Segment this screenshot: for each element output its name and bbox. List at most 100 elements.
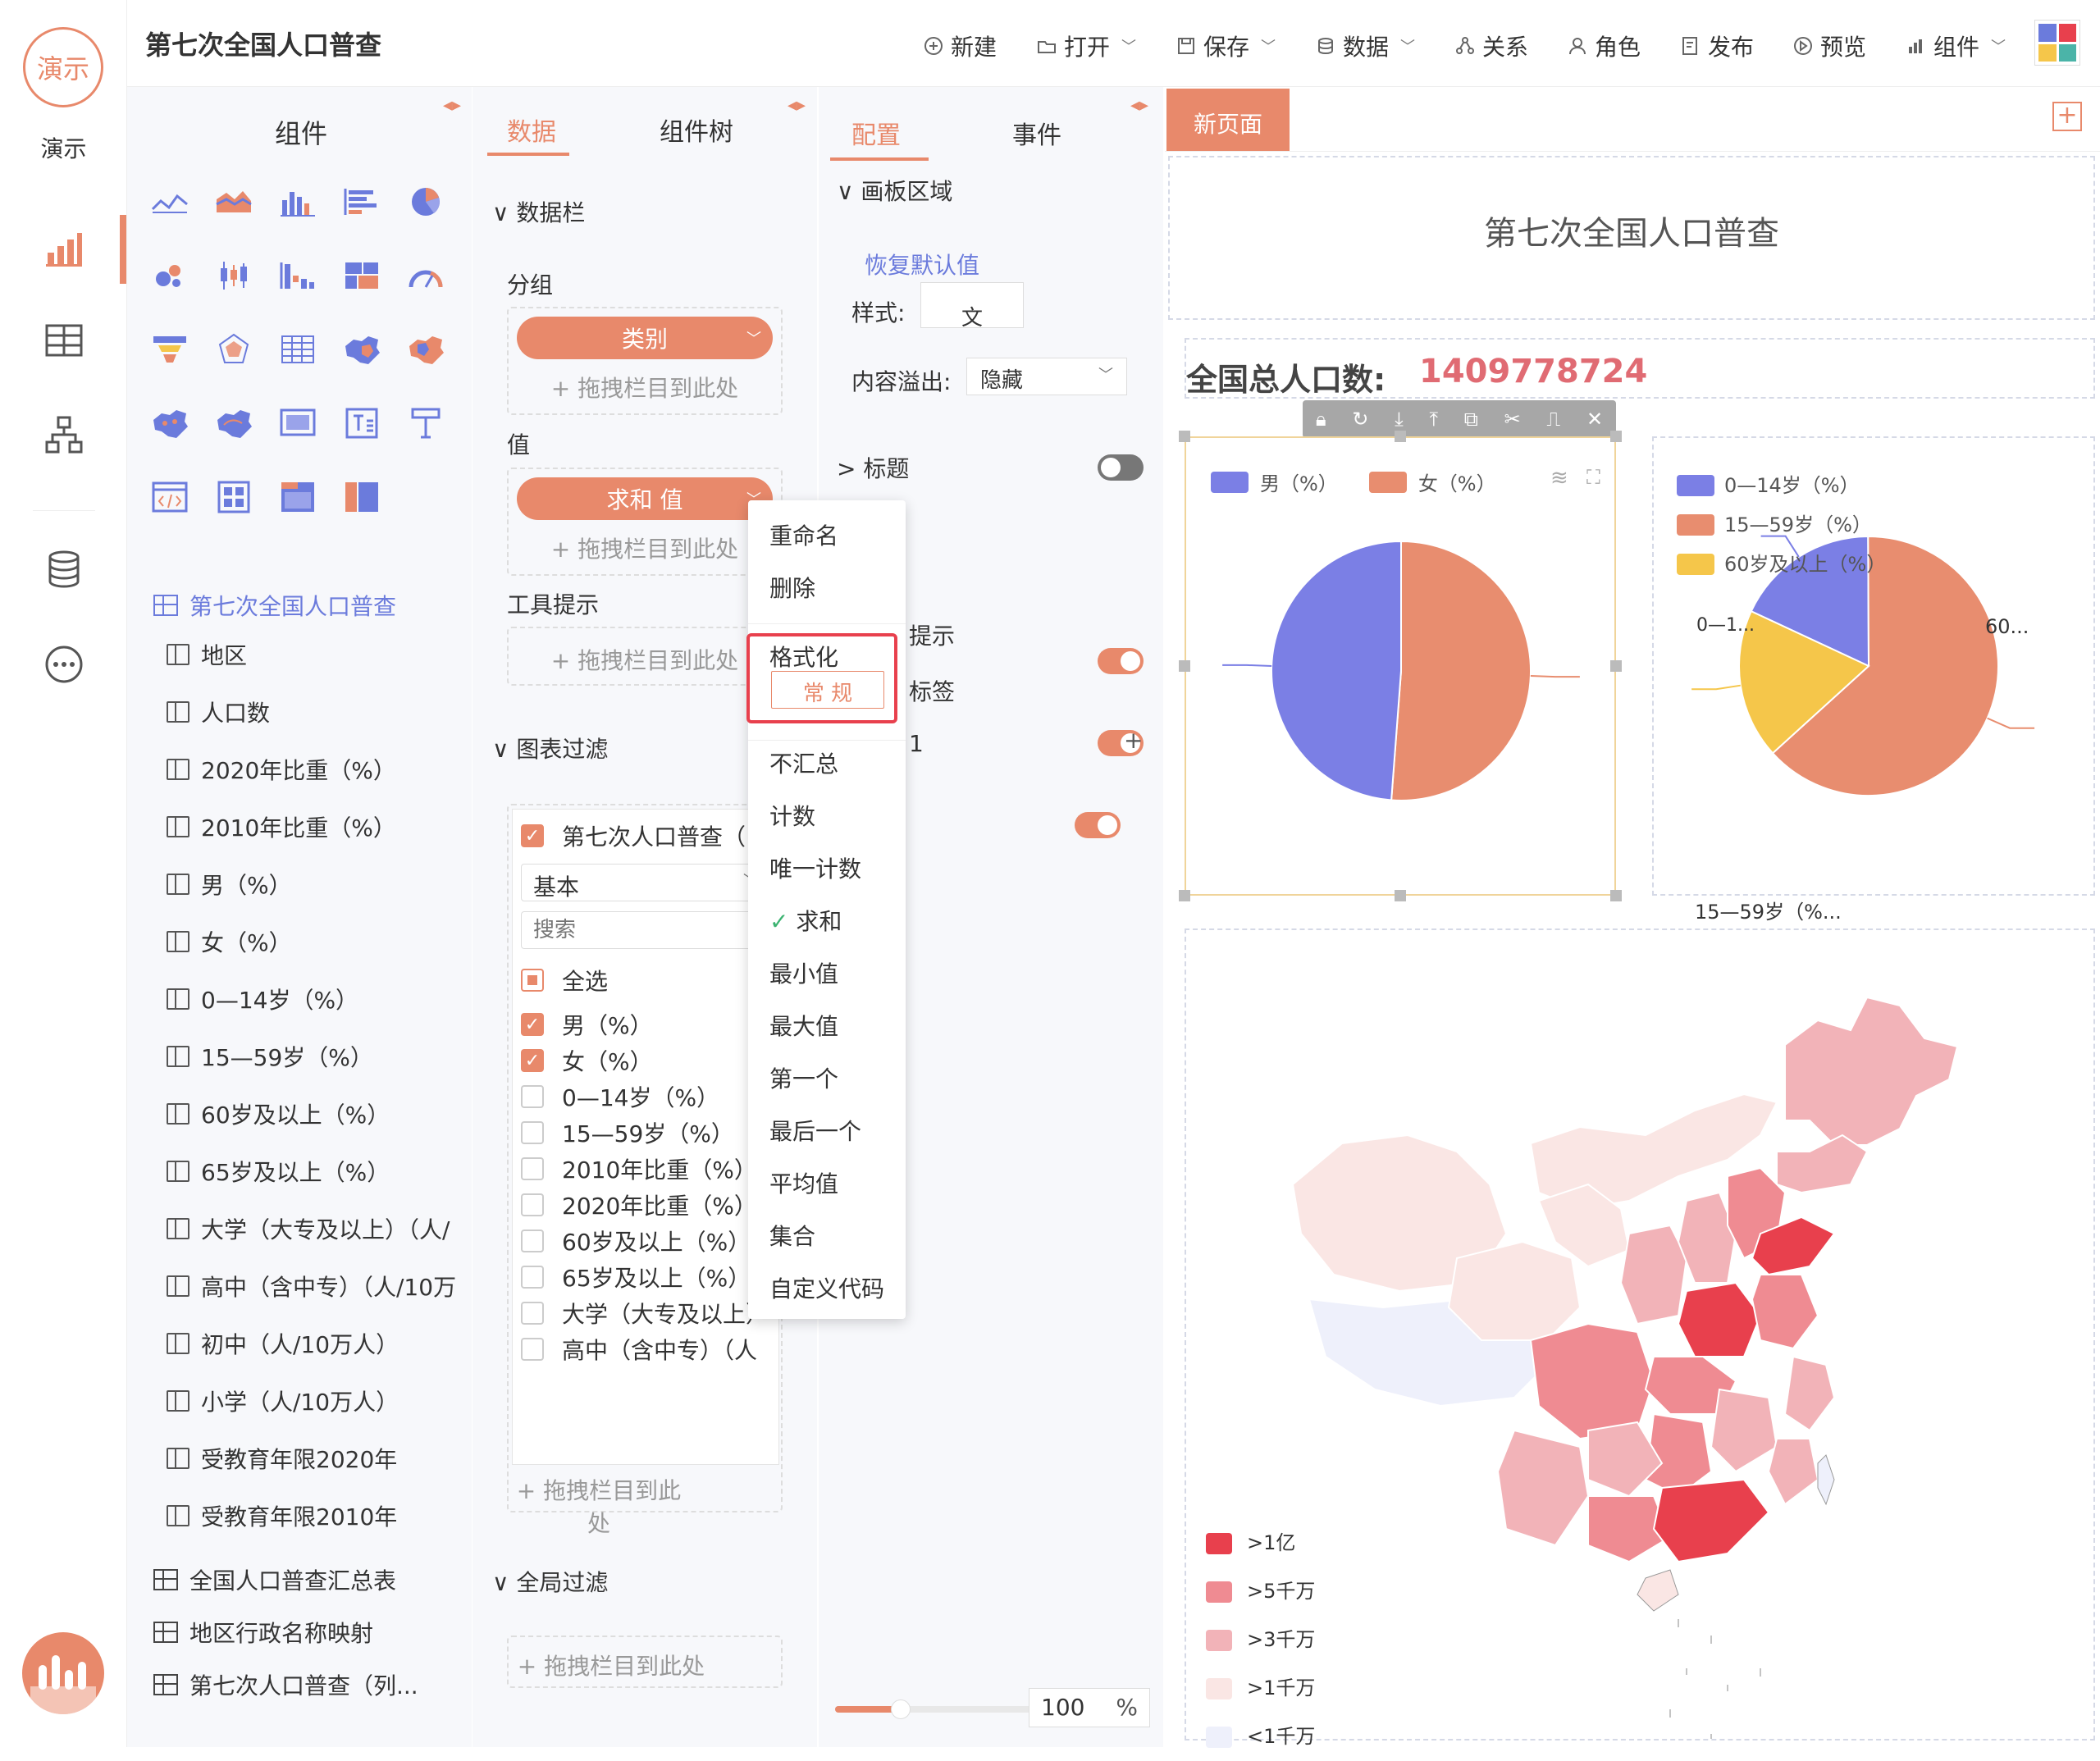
menu-item-last[interactable]: 最后一个 — [769, 1114, 861, 1147]
dataset-field[interactable]: 受教育年限2020年 — [167, 1442, 462, 1475]
toolbar-publish-button[interactable]: 发布 — [1680, 30, 1754, 62]
filter-header-checkbox[interactable]: ✓ — [521, 824, 544, 847]
filter-search-input[interactable] — [521, 911, 767, 949]
filter-item-checkbox[interactable] — [521, 1121, 544, 1144]
format-painter-icon[interactable]: ⎍ — [1546, 408, 1560, 431]
dataset-field[interactable]: 初中（人/10万人） — [167, 1327, 462, 1360]
refresh-icon[interactable]: ↻ — [1352, 408, 1368, 431]
menu-item-delete[interactable]: 删除 — [769, 571, 815, 604]
tooltip-dropzone[interactable]: + 拖拽栏目到此处 — [507, 627, 783, 686]
image-component-icon[interactable] — [273, 399, 322, 448]
toolbar-role-button[interactable]: 角色 — [1567, 30, 1641, 62]
filter-item-checkbox[interactable] — [521, 1085, 544, 1108]
tab-component-tree[interactable]: 组件树 — [660, 112, 733, 148]
close-icon[interactable]: ✕ — [1586, 408, 1603, 431]
china-heat-map-icon[interactable] — [401, 325, 450, 374]
filter-item[interactable]: 2020年比重（%） — [521, 1187, 775, 1223]
select-all-row[interactable]: 全选 — [521, 962, 608, 998]
toolbar-open-button[interactable]: 打开 ﹀ — [1036, 30, 1136, 62]
menu-item-count[interactable]: 计数 — [769, 799, 815, 832]
dataset-field[interactable]: 高中（含中专）（人/10万 — [167, 1270, 462, 1303]
app-logo[interactable]: 演示 — [23, 27, 103, 107]
dataset-field[interactable]: 大学（大专及以上）（人/ — [167, 1212, 462, 1245]
data-view-icon[interactable]: ≋ — [1550, 466, 1568, 490]
zoom-slider[interactable] — [835, 1699, 1032, 1719]
population-map-widget[interactable]: >1亿 >5千万 >3千万 >1千万 <1千万 — [1185, 928, 2095, 1748]
dataset-field[interactable]: 15—59岁（%） — [167, 1040, 462, 1073]
filter-item[interactable]: ✓ 女（%） — [521, 1042, 775, 1079]
menu-item-format[interactable]: 格式化 — [769, 640, 838, 673]
fullscreen-icon[interactable]: ⛶ — [1586, 466, 1600, 489]
candlestick-chart-icon[interactable] — [209, 251, 258, 300]
scatter-map-icon[interactable] — [145, 399, 194, 448]
canvas-area-section[interactable]: ∨ 画板区域 — [837, 174, 952, 207]
menu-item-collection[interactable]: 集合 — [769, 1219, 815, 1252]
restore-default-link[interactable]: 恢复默认值 — [865, 248, 979, 281]
pie-slice[interactable] — [1271, 540, 1402, 801]
add-page-icon[interactable]: + — [2052, 102, 2082, 131]
resize-handle[interactable] — [1610, 890, 1622, 901]
dataset-field[interactable]: 男（%） — [167, 868, 462, 901]
tab-events[interactable]: 事件 — [1012, 115, 1061, 151]
resize-handle[interactable] — [1610, 660, 1622, 672]
line-chart-icon[interactable] — [145, 177, 194, 226]
menu-item-rename[interactable]: 重命名 — [769, 518, 838, 551]
cut-icon[interactable]: ✂ — [1504, 408, 1521, 431]
filter-item[interactable]: 15—59岁（%） — [521, 1115, 775, 1151]
select-all-checkbox[interactable] — [521, 969, 544, 992]
map-region[interactable] — [1776, 1134, 1869, 1194]
menu-item-average[interactable]: 平均值 — [769, 1166, 838, 1199]
treemap-chart-icon[interactable] — [337, 251, 386, 300]
pie-chart-icon[interactable] — [401, 177, 450, 226]
resize-handle[interactable] — [1395, 890, 1406, 901]
global-filter-dropzone[interactable]: + 拖拽栏目到此处 — [507, 1636, 783, 1688]
dataset-field[interactable]: 60岁及以上（%） — [167, 1097, 462, 1130]
menu-item-first[interactable]: 第一个 — [769, 1061, 838, 1094]
global-filter-section[interactable]: ∨ 全局过滤 — [492, 1565, 608, 1598]
value-dropzone[interactable]: 求和 值﹀ + 拖拽栏目到此处 — [507, 468, 783, 576]
row3-toggle[interactable] — [1075, 812, 1121, 838]
filter-header[interactable]: ✓ 第七次人口普查（ — [521, 818, 746, 854]
theme-switcher-icon[interactable] — [2034, 20, 2080, 66]
radar-chart-icon[interactable] — [209, 325, 258, 374]
dataset-table[interactable]: 地区行政名称映射 — [153, 1616, 373, 1649]
bar-chart-icon[interactable] — [273, 177, 322, 226]
add-icon[interactable]: + — [1124, 727, 1143, 754]
tab-layout-icon[interactable] — [273, 472, 322, 522]
dataset-root[interactable]: 第七次全国人口普查 — [153, 589, 396, 622]
format-general-button[interactable]: 常 规 — [771, 671, 884, 709]
map-region[interactable] — [1447, 1240, 1582, 1341]
map-region[interactable] — [1817, 1454, 1835, 1506]
filter-item[interactable]: 2010年比重（%） — [521, 1151, 775, 1187]
map-region[interactable] — [1677, 1281, 1762, 1357]
zoom-input[interactable]: 100% — [1029, 1688, 1150, 1727]
menu-item-sum[interactable]: ✓ 求和 — [769, 904, 842, 937]
title-toggle[interactable] — [1098, 454, 1144, 481]
age-pie-widget[interactable]: 0—14岁（%） 15—59岁（%） 60岁及以上（%） 60... 0—1..… — [1652, 436, 2095, 924]
dataset-field[interactable]: 地区 — [167, 638, 462, 671]
tab-data[interactable]: 数据 — [507, 112, 556, 148]
table-icon[interactable] — [39, 316, 89, 365]
overflow-select[interactable]: 隐藏 ﹀ — [966, 358, 1127, 395]
page-tab[interactable]: 新页面 — [1166, 89, 1290, 151]
group-field-pill[interactable]: 类别 ﹀ — [517, 317, 773, 359]
collapse-arrows-icon[interactable]: ◂▸ — [788, 95, 806, 116]
resize-handle[interactable] — [1179, 660, 1190, 672]
map-region[interactable] — [1652, 1478, 1770, 1563]
bring-to-top-icon[interactable]: ⤒ — [1429, 408, 1438, 431]
map-region[interactable] — [1783, 1355, 1836, 1432]
split-layout-icon[interactable] — [337, 472, 386, 522]
map-region[interactable] — [1767, 1438, 1819, 1506]
dataset-field[interactable]: 女（%） — [167, 925, 462, 958]
toolbar-preview-button[interactable]: 预览 — [1792, 30, 1866, 62]
filter-item[interactable]: 大学（大专及以上） — [521, 1295, 775, 1331]
resize-handle[interactable] — [1610, 431, 1622, 442]
resize-handle[interactable] — [1179, 431, 1190, 442]
filter-mode-select[interactable]: 基本﹀ — [521, 864, 767, 901]
tooltip-toggle[interactable] — [1098, 648, 1144, 674]
filter-item-checkbox[interactable] — [521, 1266, 544, 1289]
toolbar-new-button[interactable]: 新建 — [923, 30, 997, 62]
map-region[interactable] — [1784, 996, 1959, 1146]
toolbar-data-button[interactable]: 数据 ﹀ — [1315, 30, 1415, 62]
filter-item-checkbox[interactable]: ✓ — [521, 1013, 544, 1036]
